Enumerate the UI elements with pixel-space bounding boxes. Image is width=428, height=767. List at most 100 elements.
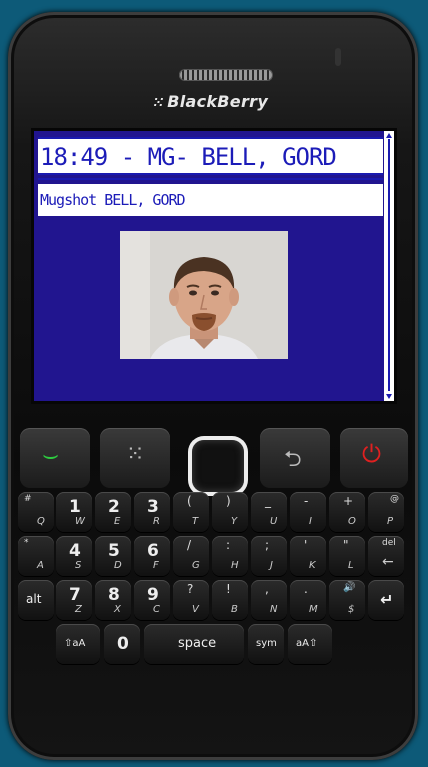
side-button[interactable] (335, 48, 341, 66)
screen-title: 18:49 - MG- BELL, GORD (40, 143, 337, 171)
key-letter: W (75, 516, 85, 527)
key-letter: M (309, 604, 318, 615)
title-divider (38, 178, 383, 180)
key-symbol: ) (226, 494, 231, 508)
key-w[interactable]: 1W (56, 492, 92, 532)
volume-key[interactable]: 🔊 $ (329, 580, 365, 620)
left-shift-key[interactable]: ⇧aA (56, 624, 100, 664)
key-g[interactable]: / G (173, 536, 209, 576)
key-letter: H (231, 560, 239, 571)
space-key[interactable]: space (144, 624, 244, 664)
scroll-down-icon[interactable] (386, 394, 392, 399)
key-letter: Q (37, 516, 45, 527)
key-label: alt (26, 592, 42, 606)
key-t[interactable]: (T (173, 492, 209, 532)
keyboard-row-3: alt 7Z 8X 9C ? V ! B ,N .M 🔊 $ ↵ (18, 580, 412, 624)
key-label: aA⇧ (296, 638, 318, 649)
key-symbol: + (343, 494, 354, 508)
key-symbol: # (24, 494, 32, 504)
menu-key[interactable]: ⁙ (100, 428, 170, 488)
key-z[interactable]: 7Z (56, 580, 92, 620)
key-b[interactable]: ! B (212, 580, 248, 620)
key-y[interactable]: ) Y (212, 492, 248, 532)
sym-key[interactable]: sym (248, 624, 284, 664)
scrollbar[interactable] (384, 131, 394, 401)
key-letter: A (37, 560, 44, 571)
key-q[interactable]: # Q (18, 492, 54, 532)
key-u[interactable]: _ U (251, 492, 287, 532)
keyboard-row-2: * A 4S 5D 6F / G :H ; J ' K " L del ← (18, 536, 412, 580)
key-letter: Y (231, 516, 238, 527)
key-letter: S (75, 560, 82, 571)
key-number: 8 (108, 585, 120, 605)
key-letter: O (348, 516, 356, 527)
key-label: space (178, 636, 217, 651)
key-s[interactable]: 4S (56, 536, 92, 576)
navigation-keys: ⌣ ⁙ ⮌ ⏻ (20, 428, 408, 494)
key-c[interactable]: 9C (134, 580, 170, 620)
delete-key[interactable]: del ← (368, 536, 404, 576)
key-symbol: . (304, 582, 308, 596)
end-call-icon: ⏻ (362, 440, 381, 468)
key-letter: N (270, 604, 278, 615)
key-f[interactable]: 6F (134, 536, 170, 576)
end-key[interactable]: ⏻ (340, 428, 408, 488)
key-j[interactable]: ; J (251, 536, 287, 576)
key-label: sym (256, 638, 277, 649)
enter-key[interactable]: ↵ (368, 580, 404, 620)
keyboard-row-1: # Q 1W 2E 3R (T ) Y _ U -I + O @ P (18, 492, 412, 536)
key-label: ⇧aA (64, 638, 86, 649)
scroll-track[interactable] (388, 139, 390, 391)
key-letter: X (114, 604, 121, 615)
key-l[interactable]: " L (329, 536, 365, 576)
key-number: 9 (147, 585, 159, 605)
key-number: 2 (108, 497, 120, 517)
right-shift-key[interactable]: aA⇧ (288, 624, 332, 664)
call-icon: ⌣ (42, 440, 60, 470)
key-k[interactable]: ' K (290, 536, 326, 576)
key-symbol: ? (187, 582, 194, 596)
key-n[interactable]: ,N (251, 580, 287, 620)
keyboard-row-4: ⇧aA 0 space sym aA⇧ (18, 624, 412, 668)
blackberry-menu-icon: ⁙ (126, 442, 145, 467)
key-a[interactable]: * A (18, 536, 54, 576)
back-key[interactable]: ⮌ (260, 428, 330, 488)
key-i[interactable]: -I (290, 492, 326, 532)
trackpad[interactable] (192, 440, 244, 492)
enter-icon: ↵ (380, 590, 394, 609)
key-symbol: ' (304, 538, 308, 552)
key-number: 7 (69, 585, 81, 605)
key-d[interactable]: 5D (95, 536, 131, 576)
alt-key[interactable]: alt (18, 580, 54, 620)
key-symbol: : (226, 538, 231, 552)
key-zero[interactable]: 0 (104, 624, 140, 664)
brand-name: BlackBerry (167, 92, 269, 111)
blackberry-logo-icon: ⁙ (153, 96, 165, 111)
key-v[interactable]: ? V (173, 580, 209, 620)
key-letter: Z (75, 604, 82, 615)
key-number: 0 (117, 634, 129, 654)
key-symbol: - (304, 494, 309, 508)
screen-subtitle: Mugshot BELL, GORD (40, 191, 186, 209)
key-number: 5 (108, 541, 120, 561)
brand-logo: ⁙ BlackBerry (153, 92, 293, 116)
key-e[interactable]: 2E (95, 492, 131, 532)
key-x[interactable]: 8X (95, 580, 131, 620)
key-symbol: " (343, 538, 349, 552)
subtitle-bar: Mugshot BELL, GORD (38, 184, 383, 216)
key-r[interactable]: 3R (134, 492, 170, 532)
key-p[interactable]: @ P (368, 492, 404, 532)
key-o[interactable]: + O (329, 492, 365, 532)
key-symbol: ; (265, 538, 270, 552)
call-key[interactable]: ⌣ (20, 428, 90, 488)
key-symbol: ( (187, 494, 192, 508)
key-symbol: / (187, 538, 192, 552)
key-h[interactable]: :H (212, 536, 248, 576)
key-number: 6 (147, 541, 159, 561)
key-letter: C (153, 604, 160, 615)
key-m[interactable]: .M (290, 580, 326, 620)
key-letter: D (114, 560, 122, 571)
earpiece-speaker (179, 69, 273, 81)
key-letter: P (387, 516, 394, 527)
scroll-up-icon[interactable] (386, 133, 392, 138)
